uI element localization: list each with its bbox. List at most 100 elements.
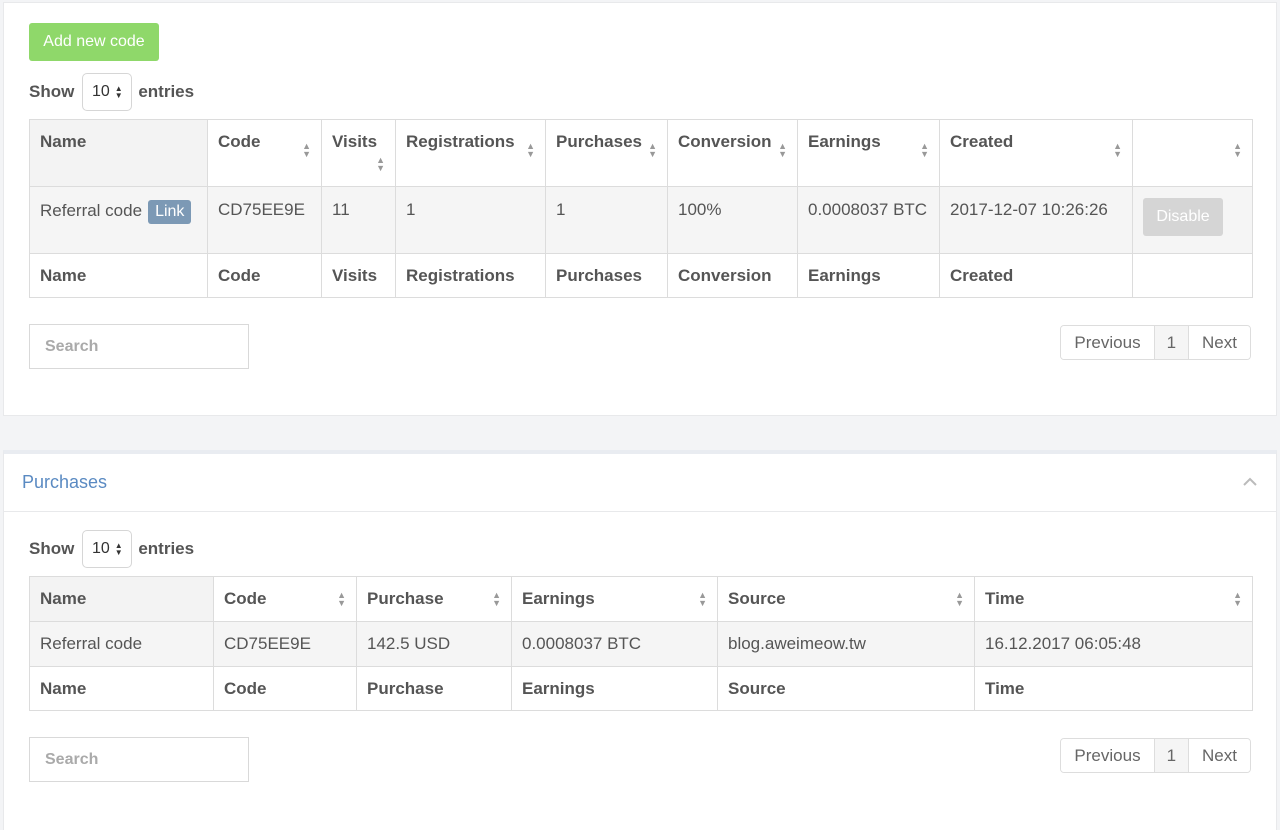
column-header-label: Name: [40, 132, 87, 151]
cell-action: Disable: [1132, 186, 1253, 254]
cell-source: blog.aweimeow.tw: [717, 621, 975, 667]
purchases-panel: Purchases Show 10 ▲ ▼ entries Name Code ▲ ▼…: [3, 450, 1277, 830]
footer-code: Code: [213, 666, 357, 711]
column-header-name[interactable]: Name: [29, 576, 214, 622]
column-header-earnings[interactable]: Earnings ▲ ▼: [797, 119, 940, 187]
show-label: Show: [29, 539, 75, 558]
sort-icon: ▲ ▼: [698, 590, 707, 608]
show-label: Show: [29, 82, 75, 101]
column-header-label: Purchases: [556, 132, 642, 151]
column-header-label: Code: [218, 132, 261, 151]
next-page-button[interactable]: Next: [1188, 739, 1250, 772]
cell-visits: 11: [321, 186, 396, 254]
column-header-label: Created: [950, 132, 1014, 151]
cell-registrations: 1: [395, 186, 546, 254]
footer-created: Created: [939, 253, 1133, 298]
column-header-conversion[interactable]: Conversion ▲ ▼: [667, 119, 798, 187]
page-1-button[interactable]: 1: [1153, 739, 1189, 772]
footer-time: Time: [974, 666, 1253, 711]
column-header-name[interactable]: Name: [29, 119, 208, 187]
page-1-button[interactable]: 1: [1153, 326, 1189, 359]
cell-name: Referral code Link: [29, 186, 208, 254]
cell-earnings: 0.0008037 BTC: [797, 186, 940, 254]
cell-name: Referral code: [29, 621, 214, 667]
column-header-visits[interactable]: Visits ▲ ▼: [321, 119, 396, 187]
cell-purchases: 1: [545, 186, 668, 254]
cell-code: CD75EE9E: [213, 621, 357, 667]
footer-name: Name: [29, 666, 214, 711]
sort-icon: ▲ ▼: [920, 141, 929, 159]
entries-label: entries: [138, 82, 195, 101]
table-row: Referral code CD75EE9E 142.5 USD 0.00080…: [29, 621, 1253, 667]
select-arrows-icon: ▲ ▼: [114, 541, 123, 557]
column-header-actions[interactable]: ▲ ▼: [1132, 119, 1253, 187]
page-length-select[interactable]: 10 ▲ ▼: [82, 530, 133, 568]
footer-actions: [1132, 253, 1253, 298]
search-input[interactable]: Search: [29, 737, 249, 782]
cell-time: 16.12.2017 06:05:48: [974, 621, 1253, 667]
entries-label: entries: [138, 539, 195, 558]
table-footer-row: Name Code Visits Registrations Purchases…: [29, 253, 1253, 298]
section-title: Purchases: [22, 472, 108, 492]
link-badge[interactable]: Link: [148, 200, 192, 224]
table-row: Referral code Link CD75EE9E 11 1 1 100% 0…: [29, 186, 1253, 254]
footer-earnings: Earnings: [797, 253, 940, 298]
page-length-value: 10: [91, 540, 110, 557]
table-header-row: Name Code ▲ ▼ Visits ▲ ▼ Registrations ▲ ▼ Pur…: [29, 119, 1253, 187]
previous-page-button[interactable]: Previous: [1061, 739, 1154, 772]
sort-icon: ▲ ▼: [1233, 590, 1242, 608]
column-header-label: Time: [985, 589, 1025, 608]
footer-conversion: Conversion: [667, 253, 798, 298]
cell-created: 2017-12-07 10:26:26: [939, 186, 1133, 254]
cell-purchase: 142.5 USD: [356, 621, 512, 667]
cell-earnings: 0.0008037 BTC: [511, 621, 718, 667]
table-header-row: Name Code ▲ ▼ Purchase ▲ ▼ Earnings ▲ ▼ Source…: [29, 576, 1253, 622]
disable-button[interactable]: Disable: [1143, 198, 1223, 236]
column-header-created[interactable]: Created ▲ ▼: [939, 119, 1133, 187]
cell-conversion: 100%: [667, 186, 798, 254]
sort-icon: ▲ ▼: [337, 590, 346, 608]
purchases-table: Name Code ▲ ▼ Purchase ▲ ▼ Earnings ▲ ▼ Source…: [29, 576, 1253, 711]
column-header-code[interactable]: Code ▲ ▼: [213, 576, 357, 622]
column-header-label: Purchase: [367, 589, 444, 608]
footer-name: Name: [29, 253, 208, 298]
referral-codes-table: Name Code ▲ ▼ Visits ▲ ▼ Registrations ▲ ▼ Pur…: [29, 119, 1253, 298]
column-header-source[interactable]: Source ▲ ▼: [717, 576, 975, 622]
referral-codes-panel: Add new code Show 10 ▲ ▼ entries Name Cod…: [3, 2, 1277, 416]
add-new-code-button[interactable]: Add new code: [29, 23, 159, 61]
sort-icon: ▲ ▼: [1113, 141, 1122, 159]
pagination: Previous 1 Next: [1060, 738, 1251, 773]
sort-icon: ▲ ▼: [302, 141, 311, 159]
referral-name: Referral code: [40, 201, 143, 220]
pagination: Previous 1 Next: [1060, 325, 1251, 360]
divider: [4, 511, 1276, 512]
footer-source: Source: [717, 666, 975, 711]
column-header-time[interactable]: Time ▲ ▼: [974, 576, 1253, 622]
chevron-up-icon[interactable]: [1242, 472, 1258, 492]
sort-icon: ▲ ▼: [526, 141, 535, 159]
column-header-label: Source: [728, 589, 786, 608]
column-header-code[interactable]: Code ▲ ▼: [207, 119, 322, 187]
next-page-button[interactable]: Next: [1188, 326, 1250, 359]
column-header-label: Name: [40, 589, 87, 608]
footer-registrations: Registrations: [395, 253, 546, 298]
column-header-earnings[interactable]: Earnings ▲ ▼: [511, 576, 718, 622]
column-header-label: Visits: [332, 132, 378, 151]
sort-icon: ▲ ▼: [376, 155, 385, 173]
page-length-value: 10: [91, 83, 110, 100]
sort-icon: ▲ ▼: [778, 141, 787, 159]
column-header-purchases[interactable]: Purchases ▲ ▼: [545, 119, 668, 187]
column-header-purchase[interactable]: Purchase ▲ ▼: [356, 576, 512, 622]
page-length-select[interactable]: 10 ▲ ▼: [82, 73, 133, 111]
select-arrows-icon: ▲ ▼: [114, 84, 123, 100]
cell-code: CD75EE9E: [207, 186, 322, 254]
sort-icon: ▲ ▼: [955, 590, 964, 608]
footer-code: Code: [207, 253, 322, 298]
previous-page-button[interactable]: Previous: [1061, 326, 1154, 359]
column-header-label: Registrations: [406, 132, 515, 151]
column-header-registrations[interactable]: Registrations ▲ ▼: [395, 119, 546, 187]
page-length-control: Show 10 ▲ ▼ entries: [29, 530, 194, 568]
search-input[interactable]: Search: [29, 324, 249, 369]
column-header-label: Conversion: [678, 132, 772, 151]
footer-earnings: Earnings: [511, 666, 718, 711]
